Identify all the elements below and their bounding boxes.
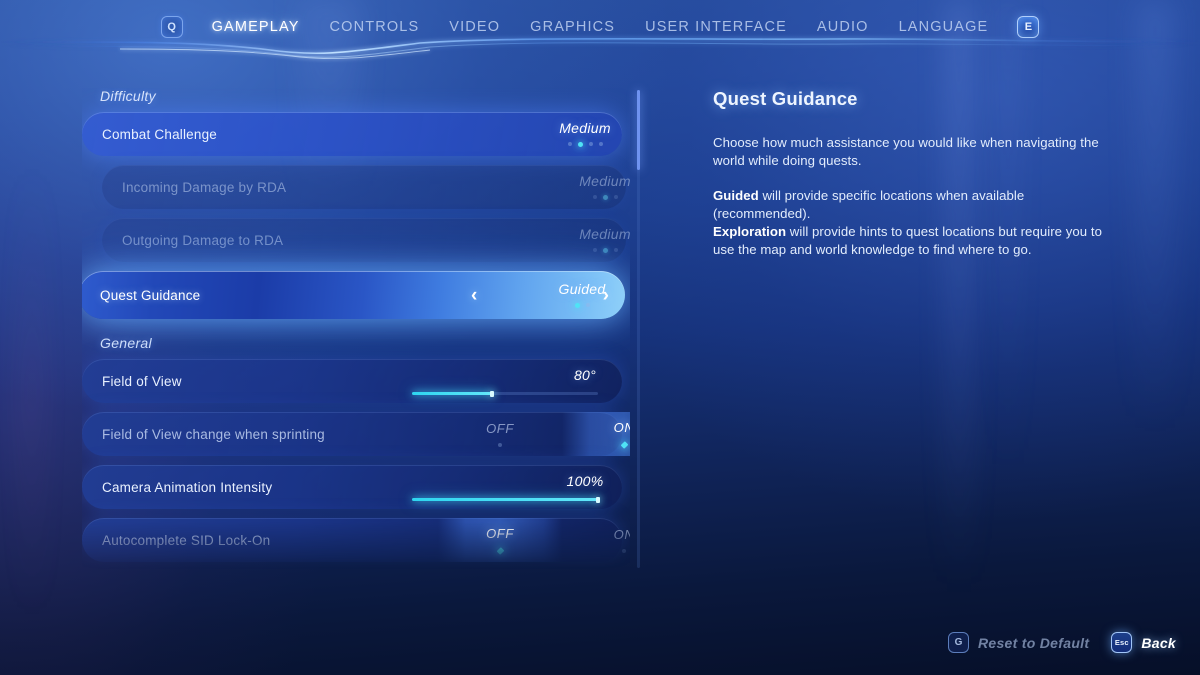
- setting-row-label: Incoming Damage by RDA: [122, 179, 287, 195]
- info-guided-term: Guided: [713, 188, 759, 203]
- setting-row-label: Camera Animation Intensity: [102, 479, 273, 495]
- slider-fill: [412, 498, 598, 501]
- toggle-marker: [498, 442, 502, 447]
- step-dot: [567, 142, 572, 146]
- setting-row[interactable]: Field of View 80°: [82, 359, 622, 403]
- slider-handle[interactable]: [596, 496, 600, 503]
- info-title: Quest Guidance: [713, 88, 858, 109]
- setting-row-label: Autocomplete SID Lock-On: [102, 532, 271, 548]
- toggle-marker-active: [496, 546, 504, 555]
- step-dot: [585, 303, 590, 307]
- setting-row-label: Quest Guidance: [100, 287, 201, 303]
- step-dot: [592, 195, 597, 199]
- settings-group-label: Difficulty: [100, 88, 156, 104]
- tab-list: Q GAMEPLAY CONTROLS VIDEO GRAPHICS USER INTER…: [0, 16, 1200, 38]
- setting-row[interactable]: Camera Animation Intensity 100%: [82, 465, 622, 509]
- setting-toggle[interactable]: OFF ON: [438, 412, 630, 456]
- step-dot-active: [574, 303, 580, 308]
- tab-prev-key-icon[interactable]: Q: [160, 16, 183, 38]
- setting-slider[interactable]: [412, 496, 600, 503]
- key-g-icon: G: [947, 632, 969, 653]
- setting-row-label: Field of View: [102, 373, 182, 389]
- value-step-dots: [485, 142, 630, 147]
- back-label: Back: [1141, 634, 1176, 651]
- tab-bar: Q GAMEPLAY CONTROLS VIDEO GRAPHICS USER INTER…: [0, 0, 1200, 62]
- setting-value: Medium: [505, 174, 630, 200]
- toggle-option-label: ON: [613, 526, 630, 542]
- settings-screen: Q GAMEPLAY CONTROLS VIDEO GRAPHICS USER INTER…: [0, 0, 1200, 675]
- setting-slider[interactable]: [412, 390, 598, 397]
- info-exploration-term: Exploration: [713, 224, 787, 239]
- key-esc-icon: Esc: [1111, 632, 1133, 653]
- step-dot: [613, 195, 618, 199]
- setting-value: 80°: [485, 368, 630, 382]
- setting-row[interactable]: Outgoing Damage to RDA Medium: [102, 218, 630, 262]
- setting-value: Medium: [485, 121, 630, 147]
- settings-list[interactable]: Difficulty Combat Challenge Medium Incoming…: [82, 88, 630, 570]
- settings-scrollbar-thumb[interactable]: [637, 90, 640, 170]
- settings-scrollbar-track[interactable]: [637, 90, 640, 568]
- setting-row-label: Outgoing Damage to RDA: [122, 232, 284, 248]
- background-light-streak: [27, 0, 37, 675]
- setting-row[interactable]: Combat Challenge Medium: [82, 112, 622, 156]
- footer-actions: G Reset to Default Esc Back: [947, 632, 1176, 653]
- toggle-option-on[interactable]: ON: [562, 412, 630, 456]
- step-dot: [598, 142, 603, 146]
- slider-fill: [412, 392, 492, 395]
- chevron-left-icon[interactable]: ‹: [471, 286, 477, 305]
- toggle-option-off[interactable]: OFF: [438, 412, 562, 456]
- toggle-marker: [622, 548, 626, 553]
- setting-row[interactable]: Field of View change when sprinting OFF ON: [82, 412, 630, 456]
- tab-language[interactable]: LANGUAGE: [884, 19, 1004, 35]
- tab-next-key-icon[interactable]: E: [1017, 16, 1040, 38]
- toggle-option-on[interactable]: ON: [562, 518, 630, 562]
- info-panel: Quest Guidance Choose how much assistanc…: [713, 88, 1113, 259]
- toggle-option-label: ON: [613, 419, 630, 435]
- tab-gameplay[interactable]: GAMEPLAY: [197, 19, 315, 35]
- slider-handle[interactable]: [489, 390, 494, 397]
- tab-controls[interactable]: CONTROLS: [315, 19, 435, 35]
- step-dot: [592, 248, 597, 252]
- tab-user-interface[interactable]: USER INTERFACE: [630, 19, 802, 35]
- toggle-marker-active: [620, 440, 628, 449]
- setting-value: Medium: [505, 227, 630, 253]
- step-dot-active: [602, 195, 608, 200]
- setting-value: 100%: [485, 474, 630, 488]
- value-step-dots: [505, 248, 630, 253]
- toggle-option-label: OFF: [486, 525, 514, 541]
- info-paragraph-2: Guided will provide specific locations w…: [713, 187, 1113, 259]
- info-guided-text: will provide specific locations when ava…: [713, 188, 1025, 221]
- setting-row-label: Combat Challenge: [102, 126, 218, 142]
- setting-row[interactable]: Autocomplete SID Lock-On OFF ON: [82, 518, 630, 562]
- setting-row[interactable]: Quest Guidance Guided ‹ ›: [82, 271, 625, 319]
- value-step-dots: [505, 195, 630, 200]
- step-dot-active: [602, 248, 608, 253]
- setting-toggle[interactable]: OFF ON: [438, 518, 630, 562]
- setting-value-text: Medium: [579, 226, 630, 242]
- setting-value-text: 100%: [566, 473, 604, 489]
- step-dot: [588, 142, 593, 146]
- setting-value-text: 80°: [573, 367, 597, 383]
- toggle-option-off[interactable]: OFF: [438, 518, 562, 562]
- setting-value-text: Medium: [579, 173, 630, 189]
- reset-to-default-button[interactable]: G Reset to Default: [947, 632, 1090, 653]
- toggle-option-label: OFF: [486, 420, 514, 436]
- tab-video[interactable]: VIDEO: [434, 19, 515, 35]
- back-button[interactable]: Esc Back: [1111, 632, 1176, 653]
- chevron-right-icon[interactable]: ›: [603, 286, 609, 305]
- reset-to-default-label: Reset to Default: [977, 634, 1090, 651]
- info-paragraph-1: Choose how much assistance you would lik…: [713, 135, 1099, 168]
- setting-row-label: Field of View change when sprinting: [102, 426, 325, 442]
- settings-group-label: General: [100, 335, 152, 351]
- tab-audio[interactable]: AUDIO: [802, 19, 884, 35]
- step-dot-active: [577, 142, 583, 147]
- setting-row[interactable]: Incoming Damage by RDA Medium: [102, 165, 630, 209]
- step-dot: [613, 248, 618, 252]
- background-light-streak: [1135, 0, 1175, 675]
- tab-graphics[interactable]: GRAPHICS: [515, 19, 630, 35]
- setting-value-text: Medium: [559, 120, 611, 136]
